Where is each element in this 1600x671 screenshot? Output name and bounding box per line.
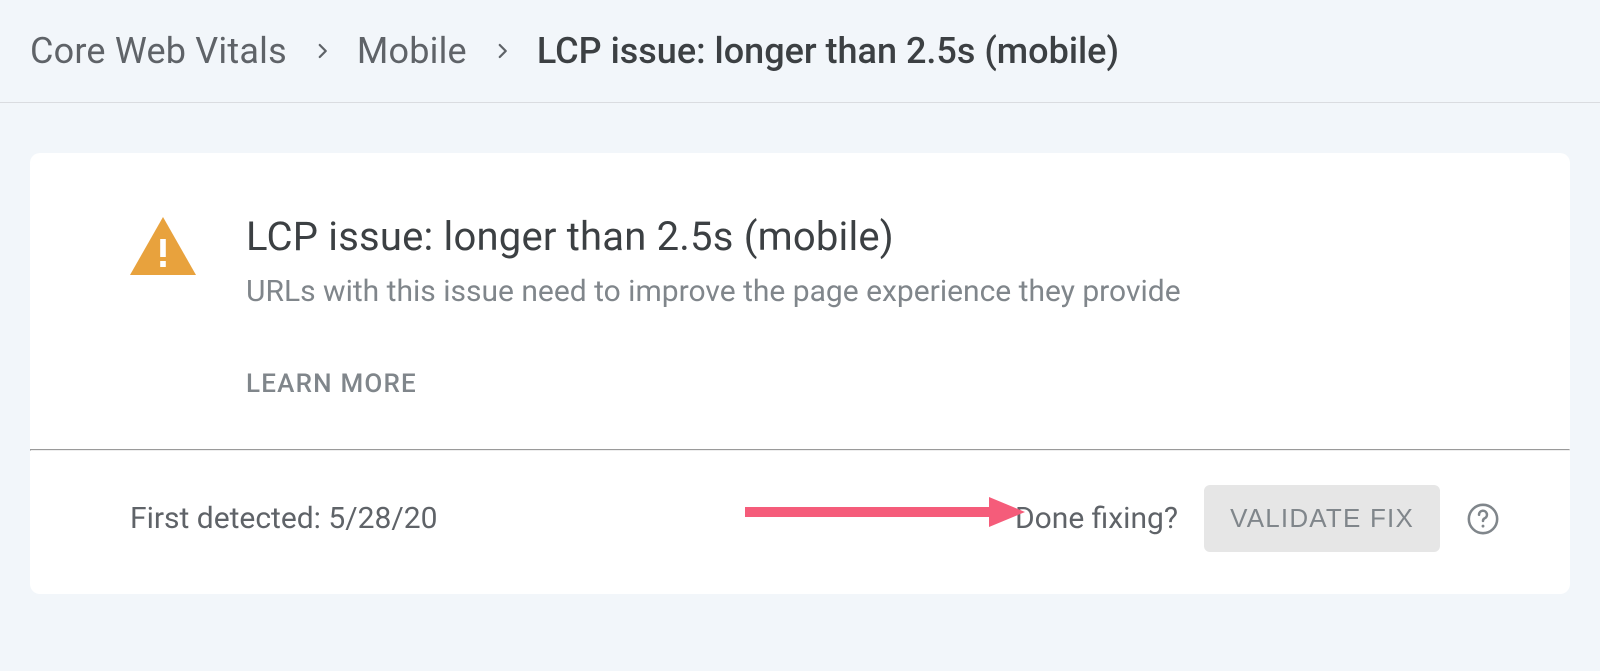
issue-card-header: LCP issue: longer than 2.5s (mobile) URL… [30,153,1570,449]
issue-subtitle: URLs with this issue need to improve the… [246,274,1181,309]
breadcrumb-link-mobile[interactable]: Mobile [357,30,467,72]
help-circle-icon[interactable] [1466,502,1500,536]
issue-card-footer: First detected: 5/28/20 Done fixing? VAL… [30,451,1570,594]
learn-more-link[interactable]: LEARN MORE [246,369,417,399]
validate-fix-button[interactable]: VALIDATE FIX [1204,485,1440,552]
breadcrumb: Core Web Vitals Mobile LCP issue: longer… [0,0,1600,103]
warning-triangle-icon [130,217,196,275]
issue-title: LCP issue: longer than 2.5s (mobile) [246,213,1181,260]
issue-text-block: LCP issue: longer than 2.5s (mobile) URL… [246,213,1181,399]
first-detected-label: First detected: 5/28/20 [130,501,437,536]
breadcrumb-link-core-web-vitals[interactable]: Core Web Vitals [30,30,287,72]
annotation-arrow-icon [745,497,1025,527]
chevron-right-icon [493,37,511,65]
done-fixing-label: Done fixing? [1015,501,1178,536]
breadcrumb-current: LCP issue: longer than 2.5s (mobile) [537,30,1119,72]
chevron-right-icon [313,37,331,65]
footer-actions: Done fixing? VALIDATE FIX [1015,485,1500,552]
issue-card: LCP issue: longer than 2.5s (mobile) URL… [30,153,1570,594]
